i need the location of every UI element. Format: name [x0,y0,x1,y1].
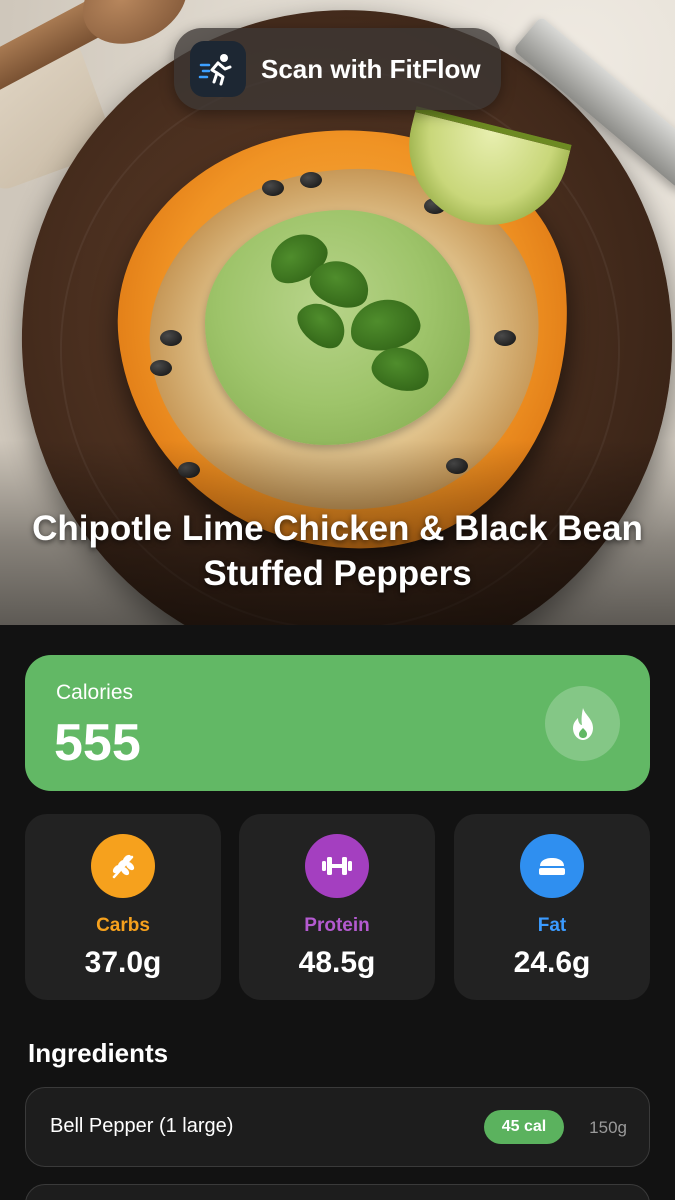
runner-icon [190,41,246,97]
ingredient-weight: 150g [589,1118,627,1137]
bean [150,360,172,376]
dumbbell-icon [305,834,369,898]
scan-with-fitflow-button[interactable]: Scan with FitFlow [174,28,501,110]
ingredient-row[interactable]: Bell Pepper (1 large) 45 cal 150g [25,1087,650,1167]
macro-value: 48.5g [298,946,376,979]
calories-value: 555 [54,714,141,772]
bean [262,180,284,196]
macro-name: Fat [537,915,567,936]
butter-icon [520,834,584,898]
ingredient-calorie-badge: 45 cal [484,1110,564,1144]
recipe-title: Chipotle Lime Chicken & Black Bean Stuff… [32,509,643,593]
calories-label: Calories [56,681,134,704]
macro-value: 24.6g [513,946,591,979]
macro-value: 37.0g [84,946,162,979]
bean [494,330,516,346]
macro-name: Carbs [96,915,150,936]
recipe-hero-image: Scan with FitFlow Chipotle Lime Chicken … [0,0,675,625]
flame-icon [545,686,620,761]
macro-card-fat: Fat 24.6g [454,814,650,1000]
ingredient-name: Bell Pepper (1 large) [50,1115,234,1137]
bean [300,172,322,188]
wheat-icon [91,834,155,898]
ingredients-heading: Ingredients [28,1038,169,1068]
macro-name: Protein [304,915,370,936]
calories-card: Calories 555 [25,655,650,791]
bean [160,330,182,346]
macro-card-protein: Protein 48.5g [239,814,435,1000]
ingredient-row[interactable] [25,1184,650,1200]
macro-card-carbs: Carbs 37.0g [25,814,221,1000]
scan-button-label: Scan with FitFlow [261,53,481,84]
